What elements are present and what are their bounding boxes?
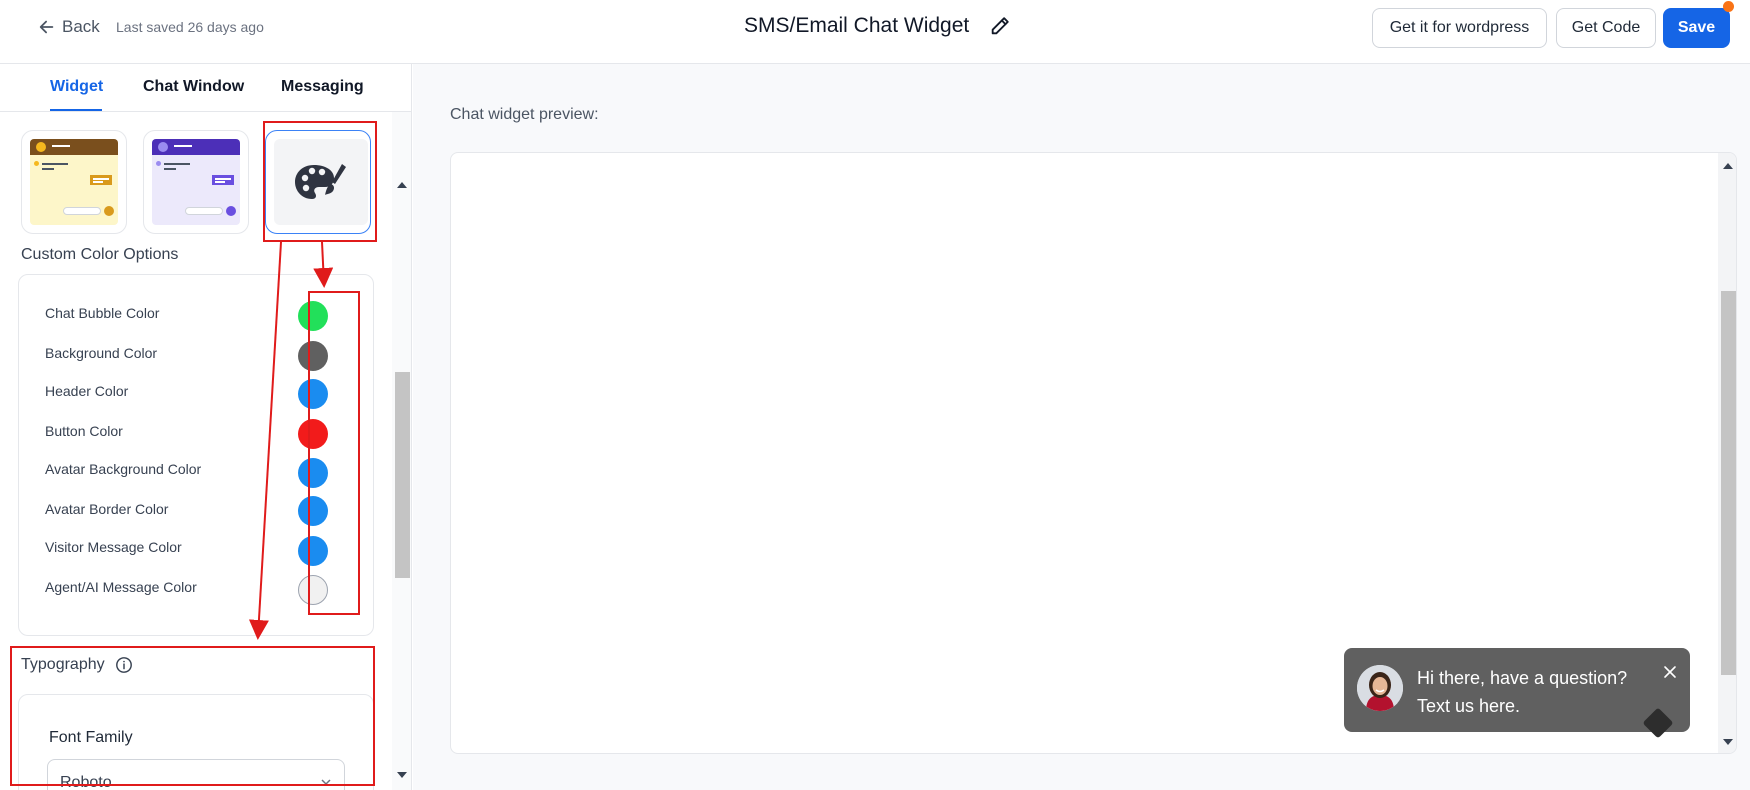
tab-widget[interactable]: Widget (50, 78, 103, 96)
scrollbar-thumb[interactable] (395, 372, 410, 578)
back-button[interactable]: Back (38, 17, 100, 37)
typography-panel: Font Family Roboto (18, 694, 374, 790)
theme-purple-card[interactable] (143, 130, 249, 234)
top-bar: Back Last saved 26 days ago SMS/Email Ch… (0, 0, 1750, 64)
save-button[interactable]: Save (1663, 8, 1730, 48)
settings-tabs: Widget Chat Window Messaging (0, 64, 411, 112)
chat-bubble-line-2: Text us here. (1417, 696, 1521, 716)
color-label-visitor-message: Visitor Message Color (45, 539, 182, 555)
color-label-header: Header Color (45, 383, 129, 399)
color-swatch-visitor-message[interactable] (298, 536, 328, 566)
chevron-down-icon (321, 779, 331, 786)
typography-title: Typography (21, 656, 105, 673)
typography-header: Typography (21, 656, 133, 674)
notification-dot (1723, 1, 1734, 12)
color-swatch-chat-bubble[interactable] (298, 301, 328, 331)
font-family-select[interactable]: Roboto (47, 759, 345, 790)
palette-brush-icon (295, 164, 346, 199)
back-label: Back (62, 17, 100, 36)
color-swatch-button[interactable] (298, 419, 328, 449)
theme-custom-card[interactable] (265, 130, 371, 234)
preview-scrollbar[interactable] (1718, 153, 1736, 753)
scroll-down-arrow-icon[interactable] (1723, 739, 1733, 745)
tab-chat-window[interactable]: Chat Window (143, 78, 244, 96)
theme-purple-preview (152, 139, 240, 225)
chat-bubble-message: Hi there, have a question? Text us here. (1417, 664, 1627, 720)
color-label-chat-bubble: Chat Bubble Color (45, 305, 160, 321)
color-label-avatar-border: Avatar Border Color (45, 501, 169, 517)
color-swatch-avatar-background[interactable] (298, 458, 328, 488)
color-swatch-background[interactable] (298, 341, 328, 371)
preview-panel: Chat widget preview: Hi there, have a qu… (413, 64, 1750, 790)
settings-panel: Widget Chat Window Messaging Custom Colo… (0, 64, 412, 790)
font-family-label: Font Family (49, 729, 133, 746)
custom-color-options-title: Custom Color Options (21, 246, 179, 263)
last-saved-text: Last saved 26 days ago (116, 19, 264, 35)
color-label-button: Button Color (45, 423, 123, 439)
close-icon[interactable] (1662, 664, 1678, 680)
info-icon[interactable] (115, 656, 133, 674)
theme-yellow-card[interactable] (21, 130, 127, 234)
arrow-left-icon (39, 20, 54, 34)
scroll-down-arrow-icon[interactable] (397, 772, 407, 778)
chat-bubble-line-1: Hi there, have a question? (1417, 668, 1628, 688)
color-swatch-avatar-border[interactable] (298, 496, 328, 526)
settings-scrollbar[interactable] (392, 112, 411, 790)
chat-bubble-preview[interactable]: Hi there, have a question? Text us here. (1344, 648, 1690, 739)
theme-yellow-preview (30, 139, 118, 225)
agent-avatar (1357, 665, 1403, 711)
color-label-avatar-background: Avatar Background Color (45, 461, 202, 477)
get-for-wordpress-button[interactable]: Get it for wordpress (1372, 8, 1547, 48)
font-family-value: Roboto (60, 774, 112, 790)
active-tab-underline (50, 109, 102, 111)
scroll-up-arrow-icon[interactable] (397, 182, 407, 188)
pencil-edit-icon[interactable] (989, 15, 1011, 37)
tab-messaging[interactable]: Messaging (281, 78, 364, 96)
color-label-agent-ai-message: Agent/AI Message Color (45, 579, 197, 595)
color-label-background: Background Color (45, 345, 158, 361)
color-swatch-agent-ai-message[interactable] (298, 575, 328, 605)
get-code-button[interactable]: Get Code (1556, 8, 1656, 48)
page-title: SMS/Email Chat Widget (744, 14, 970, 37)
color-swatch-header[interactable] (298, 379, 328, 409)
preview-label: Chat widget preview: (450, 106, 599, 123)
scrollbar-thumb[interactable] (1721, 291, 1736, 675)
scroll-up-arrow-icon[interactable] (1723, 163, 1733, 169)
custom-palette-preview (274, 139, 368, 225)
